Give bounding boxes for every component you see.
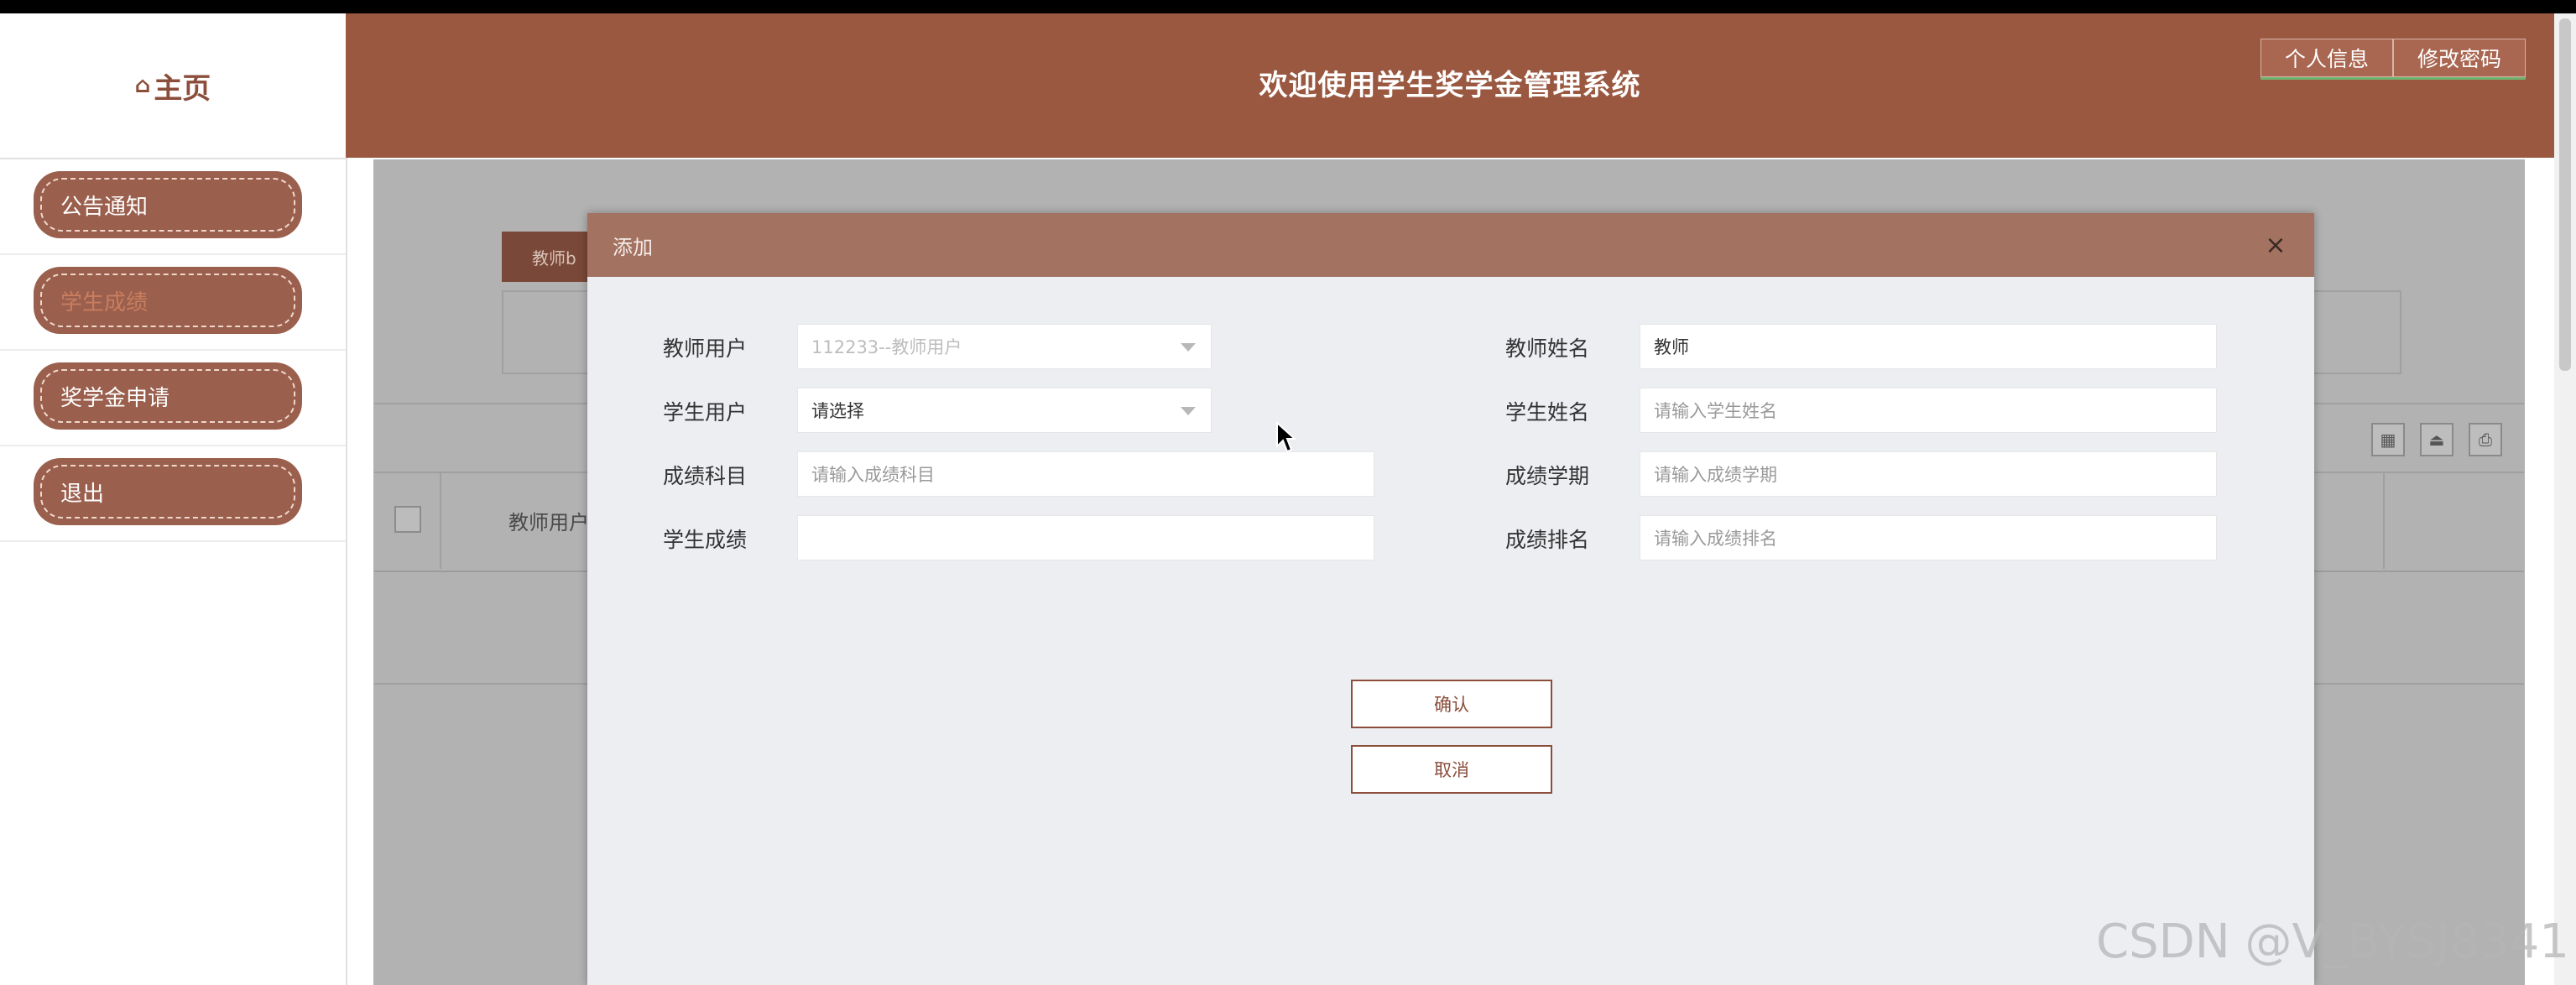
term-label: 成绩学期 [1505, 464, 1590, 488]
teacher-user-select: 112233--教师用户 [797, 324, 1212, 369]
scrollbar-thumb[interactable] [2559, 18, 2571, 371]
chevron-down-icon [1181, 407, 1196, 415]
rank-placeholder: 请输入成绩排名 [1654, 529, 1777, 549]
sidebar-row-scholarship: 奖学金申请 [0, 351, 346, 446]
teacher-name-field[interactable]: 教师 [1640, 324, 2217, 369]
sidebar-row-notice: 公告通知 [0, 159, 346, 255]
teacher-name-value: 教师 [1654, 337, 1689, 357]
home-label-wrap: ⌂ 主页 [135, 65, 211, 107]
sidebar-item-label: 学生成绩 [40, 274, 295, 327]
table-divider [440, 473, 441, 569]
sidebar-item-logout[interactable]: 退出 [34, 458, 302, 525]
home-icon: ⌂ [134, 73, 151, 98]
student-name-label: 学生姓名 [1505, 400, 1590, 425]
student-user-label: 学生用户 [663, 400, 748, 425]
dialog-title: 添加 [613, 235, 653, 259]
header-buttons: 个人信息 修改密码 [2260, 39, 2526, 80]
print-icon: ⎙ [2469, 423, 2502, 456]
subject-label: 成绩科目 [663, 464, 748, 488]
mouse-cursor-icon [1276, 421, 1297, 453]
profile-button[interactable]: 个人信息 [2260, 39, 2393, 77]
cancel-button[interactable]: 取消 [1351, 745, 1552, 794]
table-divider [2383, 473, 2385, 569]
teacher-user-label: 教师用户 [663, 336, 748, 361]
sidebar: 公告通知 学生成绩 奖学金申请 退出 [0, 159, 347, 985]
export-icon: ⏏ [2420, 423, 2453, 456]
chevron-down-icon [1181, 343, 1196, 352]
dialog-header: 添加 × [587, 213, 2314, 277]
sidebar-item-label: 退出 [40, 465, 295, 519]
background-column-header: 教师用户 [508, 511, 589, 534]
subject-placeholder: 请输入成绩科目 [811, 465, 935, 485]
change-password-button[interactable]: 修改密码 [2392, 39, 2526, 77]
rank-field[interactable]: 请输入成绩排名 [1640, 515, 2217, 560]
score-field[interactable] [797, 515, 1374, 560]
window-top-bar [0, 0, 2576, 13]
student-name-field[interactable]: 请输入学生姓名 [1640, 388, 2217, 433]
home-link[interactable]: ⌂ 主页 [0, 13, 347, 159]
subject-field[interactable]: 请输入成绩科目 [797, 451, 1374, 497]
student-user-select[interactable]: 请选择 [797, 388, 1212, 433]
sidebar-item-label: 公告通知 [40, 178, 295, 232]
teacher-user-value: 112233--教师用户 [811, 337, 962, 357]
app-title: 欢迎使用学生奖学金管理系统 [1259, 69, 1641, 102]
background-select-all-checkbox [394, 506, 421, 533]
term-field[interactable]: 请输入成绩学期 [1640, 451, 2217, 497]
add-dialog: 添加 × 教师用户 112233--教师用户 教师姓名 教师 学生用户 请选择 … [587, 213, 2314, 985]
sidebar-item-label: 奖学金申请 [40, 369, 295, 423]
rank-label: 成绩排名 [1505, 528, 1590, 552]
page-header: 欢迎使用学生奖学金管理系统 个人信息 修改密码 [346, 13, 2554, 158]
student-user-value: 请选择 [811, 401, 864, 421]
close-icon[interactable]: × [2259, 228, 2292, 262]
teacher-name-label: 教师姓名 [1505, 336, 1590, 361]
student-name-placeholder: 请输入学生姓名 [1654, 401, 1777, 421]
columns-icon: ▦ [2371, 423, 2405, 456]
term-placeholder: 请输入成绩学期 [1654, 465, 1777, 485]
sidebar-item-notice[interactable]: 公告通知 [34, 171, 302, 238]
watermark-text: CSDN @V_BYSJ8341 [2096, 915, 2569, 969]
sidebar-item-scores[interactable]: 学生成绩 [34, 267, 302, 334]
score-label: 学生成绩 [663, 528, 748, 552]
sidebar-row-logout: 退出 [0, 446, 346, 542]
sidebar-row-scores: 学生成绩 [0, 255, 346, 351]
confirm-button[interactable]: 确认 [1351, 680, 1552, 728]
sidebar-item-scholarship[interactable]: 奖学金申请 [34, 362, 302, 430]
home-text: 主页 [154, 71, 211, 106]
